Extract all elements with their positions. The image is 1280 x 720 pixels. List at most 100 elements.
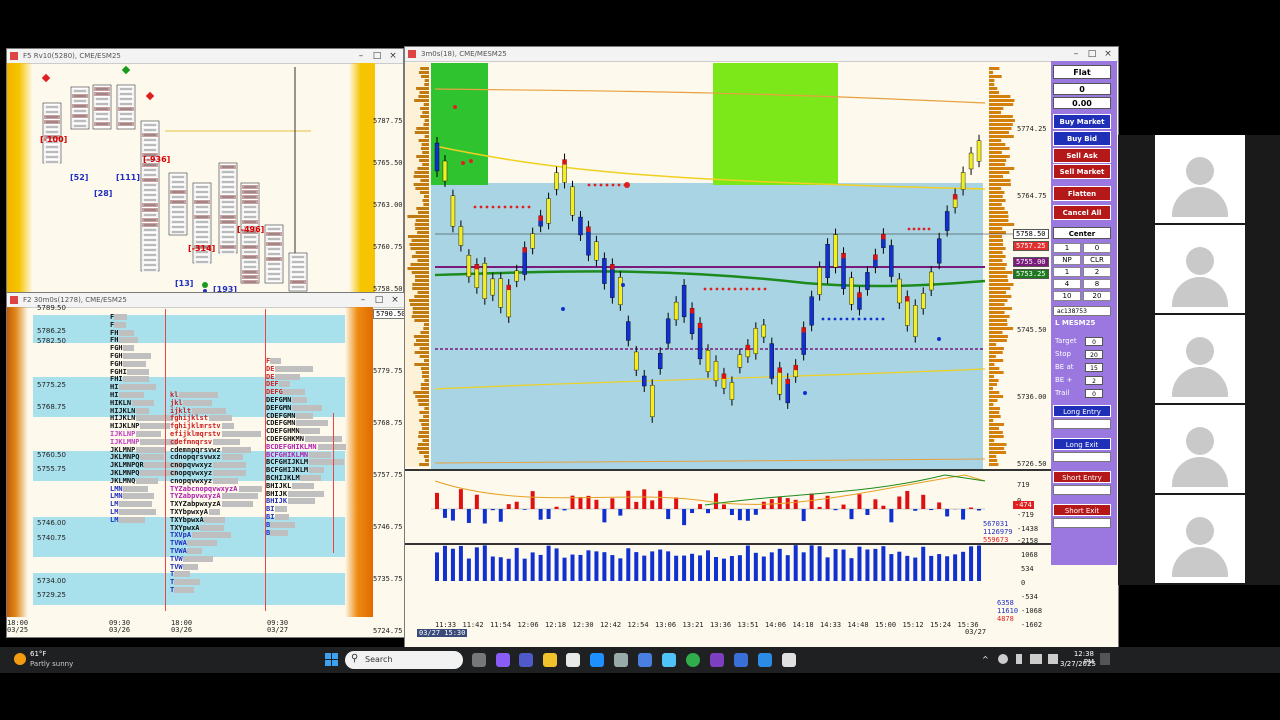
long-exit-select[interactable] bbox=[1053, 452, 1111, 462]
f5-chart-window[interactable]: F5 Rv10(5280), CME/ESM25 – □ × 5787.75 57… bbox=[6, 48, 404, 294]
app-icon[interactable] bbox=[758, 653, 772, 667]
volume-bar bbox=[777, 548, 782, 581]
qty-1-button[interactable]: 1 bbox=[1053, 267, 1081, 277]
delta-bar bbox=[945, 509, 950, 517]
participant-tile[interactable] bbox=[1155, 225, 1245, 313]
maximize-icon[interactable]: □ bbox=[371, 293, 387, 307]
long-exit-button[interactable]: Long Exit bbox=[1053, 438, 1111, 450]
qty-2-button[interactable]: 2 bbox=[1083, 267, 1111, 277]
volume-profile-bar bbox=[989, 187, 1002, 190]
close-icon[interactable]: × bbox=[1100, 47, 1116, 61]
flatten-button[interactable]: Flatten bbox=[1053, 186, 1111, 201]
param-spinner[interactable]: 0 bbox=[1085, 337, 1103, 346]
f5-title-bar[interactable]: F5 Rv10(5280), CME/ESM25 – □ × bbox=[7, 49, 403, 64]
level-dot bbox=[497, 205, 501, 209]
qty-input[interactable]: 1 bbox=[1053, 243, 1081, 253]
app-icon[interactable] bbox=[782, 653, 796, 667]
app-icon[interactable] bbox=[638, 653, 652, 667]
volume-profile-bar bbox=[414, 223, 429, 226]
candle-body bbox=[642, 375, 647, 387]
close-icon[interactable]: × bbox=[385, 49, 401, 63]
store-icon[interactable] bbox=[566, 653, 580, 667]
maximize-icon[interactable]: □ bbox=[1084, 47, 1100, 61]
qty-8-button[interactable]: 8 bbox=[1083, 279, 1111, 289]
sell-market-button[interactable]: Sell Market bbox=[1053, 164, 1111, 179]
volume-icon[interactable] bbox=[1048, 654, 1058, 664]
participant-tile[interactable] bbox=[1155, 405, 1245, 493]
volume-bar bbox=[674, 555, 679, 581]
signal-dot bbox=[803, 391, 807, 395]
qty-np-button[interactable]: NP bbox=[1053, 255, 1081, 265]
sell-ask-button[interactable]: Sell Ask bbox=[1053, 148, 1111, 163]
volume-bar bbox=[122, 345, 134, 352]
volume-profile-bar bbox=[989, 283, 1014, 286]
short-exit-select[interactable] bbox=[1053, 518, 1111, 528]
maximize-icon[interactable]: □ bbox=[369, 49, 385, 63]
level-dot bbox=[593, 183, 597, 187]
participant-tile[interactable] bbox=[1155, 495, 1245, 583]
param-spinner[interactable]: 2 bbox=[1085, 376, 1103, 385]
qty-4-button[interactable]: 4 bbox=[1053, 279, 1081, 289]
tpo-row: DEFGMN bbox=[266, 403, 292, 412]
long-entry-select[interactable] bbox=[1053, 419, 1111, 429]
outlook-icon[interactable] bbox=[590, 653, 604, 667]
weather-icon[interactable] bbox=[14, 653, 26, 665]
minimize-icon[interactable]: – bbox=[355, 293, 371, 307]
participant-tile[interactable] bbox=[1155, 315, 1245, 403]
volume-bar bbox=[131, 399, 155, 406]
teams-icon[interactable] bbox=[519, 653, 533, 667]
qty-reset-value[interactable]: 0 bbox=[1083, 243, 1111, 253]
microphone-icon[interactable] bbox=[1016, 654, 1022, 664]
short-entry-select[interactable] bbox=[1053, 485, 1111, 495]
volume-bar bbox=[118, 501, 153, 508]
windows-start-icon[interactable] bbox=[325, 653, 339, 667]
weather-desc[interactable]: Partly sunny bbox=[30, 660, 73, 668]
main-chart-window[interactable]: 3m0s(18), CME/MESM25 – □ × 5774.25 5764.7… bbox=[404, 46, 1119, 648]
participant-tile[interactable] bbox=[1155, 135, 1245, 223]
f2-chart-window[interactable]: F2 30m0s(1278), CME/ESM25 – □ × 5789.50 5… bbox=[6, 292, 406, 638]
volume-bar bbox=[140, 454, 164, 461]
buy-market-button[interactable]: Buy Market bbox=[1053, 114, 1111, 129]
volume-bar bbox=[817, 546, 822, 581]
taskbar-search-box[interactable]: ⚲ Search bbox=[345, 651, 463, 669]
settings-icon[interactable] bbox=[614, 653, 628, 667]
volume-profile-bar bbox=[989, 335, 1008, 338]
edge-icon[interactable] bbox=[686, 653, 700, 667]
candle-signal bbox=[905, 296, 910, 302]
monitor-icon[interactable] bbox=[1030, 654, 1042, 664]
level-dot bbox=[745, 287, 749, 291]
candle-body bbox=[570, 186, 575, 216]
qty-10-button[interactable]: 10 bbox=[1053, 291, 1081, 301]
qty-20-button[interactable]: 20 bbox=[1083, 291, 1111, 301]
tpo-row: FGHI bbox=[110, 367, 127, 376]
copilot-icon[interactable] bbox=[496, 653, 510, 667]
candle-body bbox=[968, 152, 974, 170]
file-explorer-icon[interactable] bbox=[543, 653, 557, 667]
cancel-all-button[interactable]: Cancel All bbox=[1053, 205, 1111, 220]
network-icon[interactable] bbox=[998, 654, 1008, 664]
long-entry-button[interactable]: Long Entry bbox=[1053, 405, 1111, 417]
weather-temp[interactable]: 61°F bbox=[30, 650, 46, 658]
minimize-icon[interactable]: – bbox=[1068, 47, 1084, 61]
param-spinner[interactable]: 15 bbox=[1085, 363, 1103, 372]
buy-bid-button[interactable]: Buy Bid bbox=[1053, 131, 1111, 146]
notification-icon[interactable] bbox=[1100, 653, 1110, 665]
task-view-icon[interactable] bbox=[472, 653, 486, 667]
close-icon[interactable]: × bbox=[387, 293, 403, 307]
main-title-bar[interactable]: 3m0s(18), CME/MESM25 – □ × bbox=[405, 47, 1118, 62]
f2-title-bar[interactable]: F2 30m0s(1278), CME/ESM25 – □ × bbox=[7, 293, 405, 308]
clock-date[interactable]: 3/27/2025 bbox=[1060, 660, 1096, 668]
minimize-icon[interactable]: – bbox=[353, 49, 369, 63]
center-button[interactable]: Center bbox=[1053, 227, 1111, 239]
volume-profile-bar bbox=[989, 443, 1007, 446]
visual-studio-icon[interactable] bbox=[710, 653, 724, 667]
param-spinner[interactable]: 0 bbox=[1085, 389, 1103, 398]
short-exit-button[interactable]: Short Exit bbox=[1053, 504, 1111, 516]
short-entry-button[interactable]: Short Entry bbox=[1053, 471, 1111, 483]
chevron-up-icon[interactable]: ^ bbox=[982, 655, 989, 664]
qty-clr-button[interactable]: CLR bbox=[1083, 255, 1111, 265]
zoom-icon[interactable] bbox=[734, 653, 748, 667]
param-spinner[interactable]: 20 bbox=[1085, 350, 1103, 359]
mail-icon[interactable] bbox=[662, 653, 676, 667]
account-select[interactable]: ac138753 bbox=[1053, 306, 1111, 316]
